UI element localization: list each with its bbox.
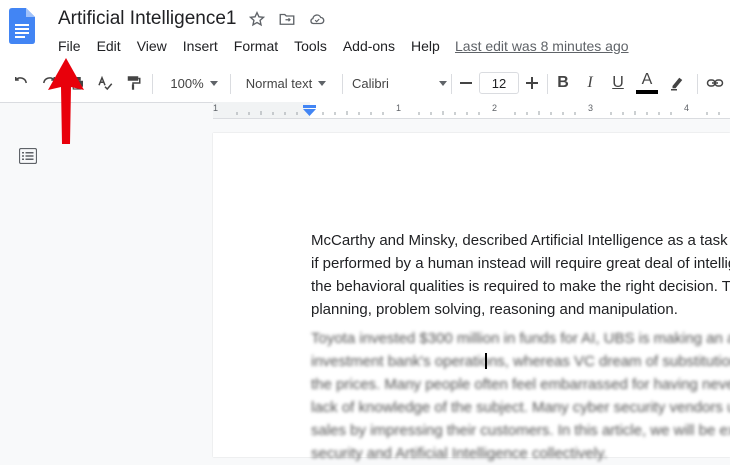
paragraph-style-dropdown[interactable]: Normal text: [240, 64, 332, 102]
paragraph-style-value: Normal text: [245, 75, 313, 91]
font-dropdown[interactable]: Calibri: [352, 64, 447, 102]
menu-bar: File Edit View Insert Format Tools Add-o…: [58, 38, 456, 54]
link-icon: [706, 79, 724, 87]
menu-tools[interactable]: Tools: [294, 38, 334, 54]
document-page[interactable]: McCarthy and Minsky, described Artificia…: [213, 133, 730, 462]
highlight-color-button[interactable]: [666, 64, 688, 102]
ruler-label-3: 3: [588, 103, 594, 113]
zoom-dropdown[interactable]: 100%: [163, 64, 225, 102]
bold-button[interactable]: B: [553, 64, 573, 102]
chevron-down-icon: [209, 80, 218, 86]
text-color-button[interactable]: A: [635, 64, 659, 102]
text-line: investment bank's operations, whereas VC…: [311, 353, 730, 370]
decrease-font-size-button[interactable]: [456, 64, 476, 102]
ruler-label-2: 2: [492, 103, 498, 113]
menu-edit[interactable]: Edit: [97, 38, 128, 54]
ruler-label-0: 1: [213, 103, 219, 113]
italic-button[interactable]: I: [580, 64, 600, 102]
text-line: planning, problem solving, reasoning and…: [311, 301, 678, 318]
spellcheck-button[interactable]: [94, 64, 116, 102]
paint-format-icon: [127, 76, 141, 90]
text-line: lack of knowledge of the subject. Many c…: [311, 399, 730, 416]
cloud-saved-icon[interactable]: [308, 10, 326, 28]
chevron-down-icon: [439, 80, 447, 86]
move-folder-icon[interactable]: [278, 10, 296, 28]
text-line: McCarthy and Minsky, described Artificia…: [311, 232, 730, 249]
ruler[interactable]: 1 1 2 3 4: [213, 102, 730, 119]
document-title[interactable]: Artificial Intelligence1: [58, 8, 236, 30]
google-docs-logo-icon[interactable]: [9, 8, 35, 44]
chevron-down-icon: [318, 80, 327, 86]
text-line: security and Artificial Intelligence col…: [311, 445, 608, 462]
paint-format-button[interactable]: [122, 64, 144, 102]
text-cursor: [485, 353, 487, 369]
undo-button[interactable]: [10, 64, 32, 102]
paragraph-1[interactable]: McCarthy and Minsky, described Artificia…: [311, 229, 730, 321]
underline-button[interactable]: U: [608, 64, 628, 102]
ruler-label-1: 1: [396, 103, 402, 113]
star-icon[interactable]: [248, 10, 266, 28]
increase-font-size-button[interactable]: [522, 64, 542, 102]
ruler-ticks: [213, 102, 720, 118]
highlighter-icon: [671, 77, 683, 91]
text-color-swatch: [636, 90, 658, 94]
menu-file[interactable]: File: [58, 38, 88, 54]
minus-icon: [460, 82, 472, 84]
undo-icon: [15, 77, 27, 84]
plus-icon: [526, 77, 538, 89]
text-line: Toyota invested $300 million in funds fo…: [311, 330, 730, 347]
menu-help[interactable]: Help: [411, 38, 447, 54]
ruler-label-4: 4: [684, 103, 690, 113]
font-value: Calibri: [352, 75, 389, 91]
menu-addons[interactable]: Add-ons: [343, 38, 402, 54]
title-bar: Artificial Intelligence1 File Edit View …: [0, 0, 730, 64]
zoom-value: 100%: [170, 75, 204, 91]
spellcheck-icon: [98, 75, 113, 91]
red-arrow-annotation: [48, 58, 84, 144]
text-line: the prices. Many people often feel embar…: [311, 376, 730, 393]
text-color-icon: A: [641, 71, 653, 88]
text-line: the behavioral qualities is required to …: [311, 278, 730, 295]
insert-link-button[interactable]: [704, 64, 726, 102]
text-line: if performed by a human instead will req…: [311, 255, 730, 272]
menu-format[interactable]: Format: [234, 38, 285, 54]
paragraph-2-blurred[interactable]: Toyota invested $300 million in funds fo…: [311, 327, 730, 465]
menu-insert[interactable]: Insert: [183, 38, 225, 54]
document-outline-icon[interactable]: [19, 148, 37, 164]
toolbar: 100% Normal text Calibri 12 B I U A: [0, 64, 730, 103]
menu-view[interactable]: View: [137, 38, 174, 54]
text-line: sales by impressing their customers. In …: [311, 422, 730, 439]
last-edit-link[interactable]: Last edit was 8 minutes ago: [455, 38, 629, 54]
font-size-input[interactable]: 12: [479, 72, 519, 94]
